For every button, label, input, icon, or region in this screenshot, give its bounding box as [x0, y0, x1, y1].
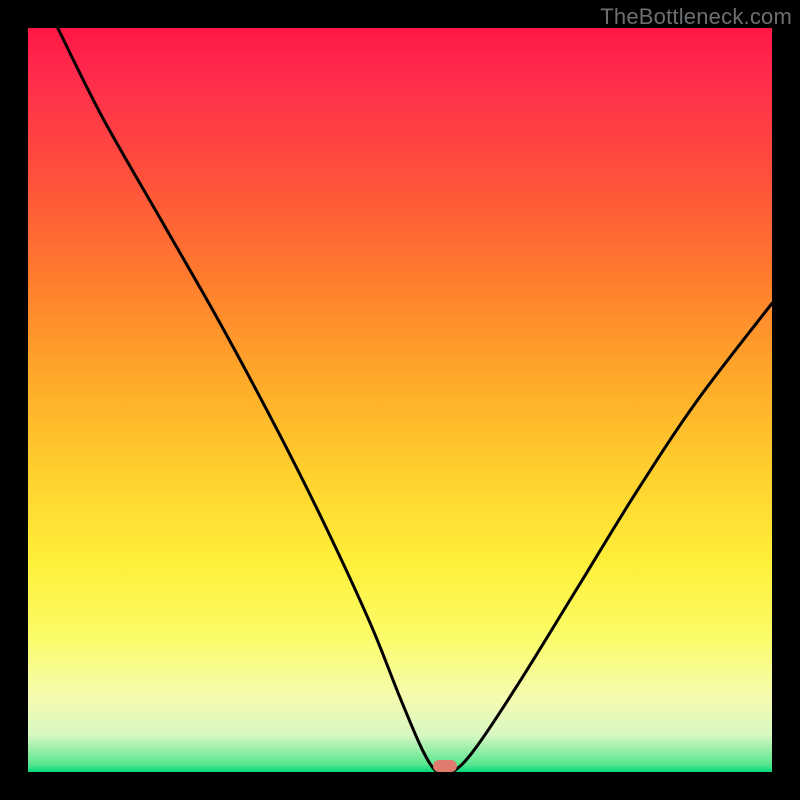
chart-frame: TheBottleneck.com — [0, 0, 800, 800]
optimal-marker — [433, 760, 457, 772]
curve-path — [58, 28, 772, 772]
watermark-text: TheBottleneck.com — [600, 4, 792, 30]
plot-area — [28, 28, 772, 772]
bottleneck-curve — [28, 28, 772, 772]
